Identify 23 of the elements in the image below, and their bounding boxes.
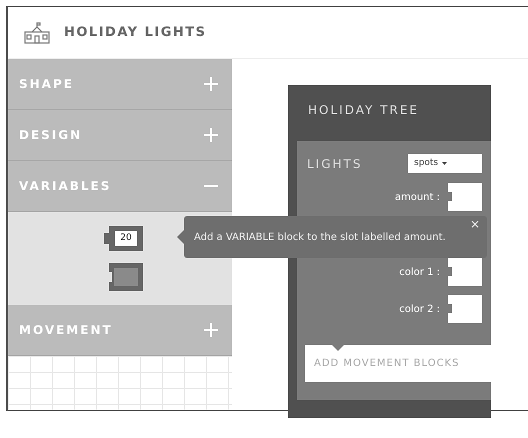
school-building-icon bbox=[24, 22, 50, 44]
plus-icon bbox=[204, 323, 218, 337]
input-slot[interactable] bbox=[448, 258, 482, 286]
sidebar-section-header[interactable]: SHAPE bbox=[8, 59, 232, 110]
movement-slot[interactable]: ADD MOVEMENT BLOCKS bbox=[305, 345, 491, 382]
block-title: HOLIDAY TREE bbox=[307, 102, 420, 119]
sidebar-section-header[interactable]: MOVEMENT bbox=[8, 305, 232, 356]
input-slot[interactable] bbox=[448, 295, 482, 323]
placeholder-text: ADD MOVEMENT BLOCKS bbox=[314, 357, 460, 371]
sidebar-section-header[interactable]: DESIGN bbox=[8, 110, 232, 161]
app-title: HOLIDAY LIGHTS bbox=[64, 24, 207, 42]
close-button[interactable]: × bbox=[470, 218, 480, 230]
plus-icon bbox=[204, 77, 218, 91]
sidebar-section-header[interactable]: VARIABLES bbox=[8, 161, 232, 212]
slot-label: color 1 : bbox=[399, 266, 440, 280]
caret-icon bbox=[442, 162, 448, 165]
slot-label: amount : bbox=[394, 190, 440, 204]
plus-icon bbox=[204, 128, 218, 142]
input-slot[interactable] bbox=[448, 183, 482, 211]
dropdown[interactable]: spots bbox=[408, 154, 482, 173]
color-block[interactable] bbox=[109, 263, 143, 291]
slot-label: color 2 : bbox=[399, 302, 440, 316]
block-label: LIGHTS bbox=[307, 156, 362, 172]
